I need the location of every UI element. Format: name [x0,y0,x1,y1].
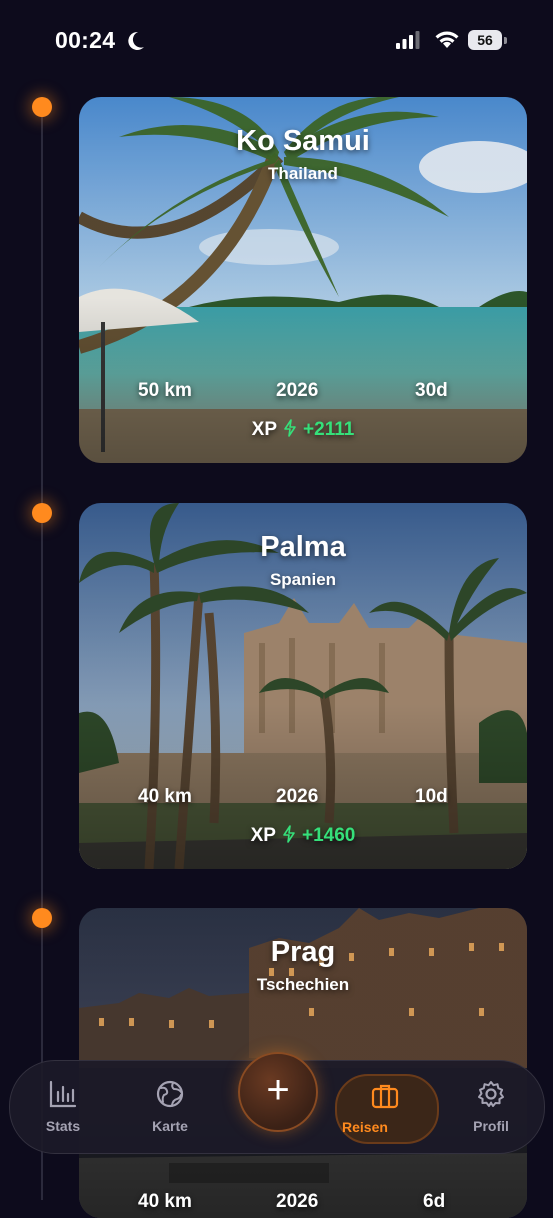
trip-duration: 30d [415,380,448,401]
nav-label: Reisen [342,1119,388,1135]
xp-gain: +2111 [303,419,355,440]
xp-label: XP [251,419,278,440]
nav-item-reisen[interactable]: Reisen [335,1074,439,1144]
trip-xp: XP +1460 [79,825,527,847]
nav-item-profil[interactable]: Profil [446,1061,536,1153]
trip-card-palma[interactable]: Palma Spanien 40 km 2026 10d XP +1460 [79,503,527,869]
trip-title: Palma [260,531,346,563]
trip-xp: XP +2111 [79,419,527,441]
xp-gain: +1460 [301,825,356,846]
trip-title: Ko Samui [236,125,370,157]
timeline-dot [32,908,52,928]
add-trip-button[interactable]: + [238,1052,318,1132]
trip-country: Tschechien [256,975,350,994]
clock: 00:24 [55,27,116,53]
bolt-icon [284,419,296,437]
bolt-icon [283,825,295,843]
battery-icon: 56 [468,30,508,52]
globe-icon [156,1080,184,1108]
nav-label: Karte [152,1118,188,1134]
trip-year: 2026 [276,1191,319,1212]
trip-title: Prag [270,936,336,968]
timeline-dot [32,503,52,523]
trip-distance: 40 km [138,786,192,807]
timeline-line [41,110,43,1200]
nav-item-stats[interactable]: Stats [18,1061,108,1153]
nav-label: Stats [45,1118,81,1134]
signal-icon [396,31,420,49]
trip-country: Thailand [268,164,338,183]
battery-level: 56 [468,30,502,50]
trip-distance: 50 km [138,380,192,401]
timeline-dot [32,97,52,117]
trip-year: 2026 [276,380,319,401]
nav-label: Profil [473,1118,509,1134]
trip-distance: 40 km [138,1191,192,1212]
trip-year: 2026 [276,786,319,807]
nav-item-karte[interactable]: Karte [125,1061,215,1153]
wifi-icon [435,31,459,48]
gear-icon [478,1081,504,1107]
trip-duration: 6d [423,1191,446,1212]
status-bar: 00:24 56 [0,0,553,80]
suitcase-icon [371,1084,399,1109]
bar-chart-icon [49,1080,77,1108]
plus-icon: + [266,1068,290,1112]
trip-card-ko-samui[interactable]: Ko Samui Thailand 50 km 2026 30d XP +2111 [79,97,527,463]
xp-label: XP [250,825,276,846]
trip-country: Spanien [269,570,337,589]
moon-icon [128,31,144,50]
trip-duration: 10d [415,786,448,807]
